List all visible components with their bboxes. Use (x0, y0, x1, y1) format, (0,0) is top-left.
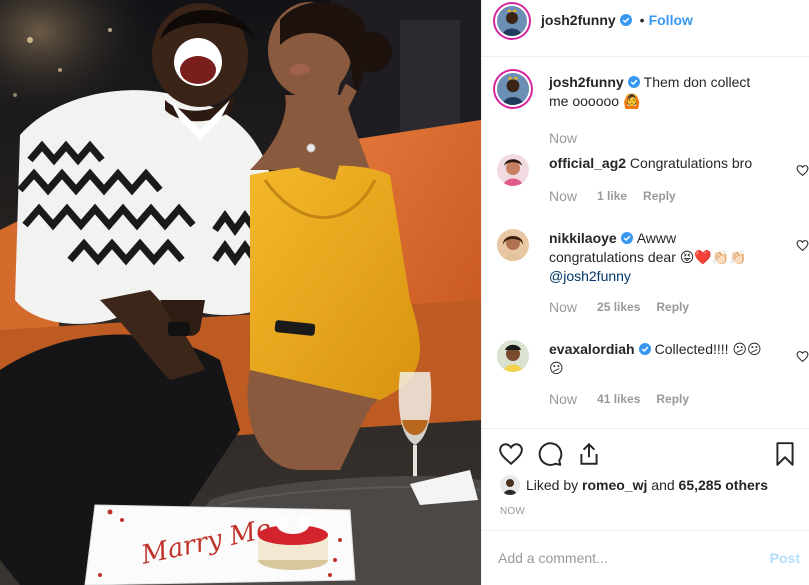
comment-time[interactable]: Now (549, 391, 577, 407)
comment-username[interactable]: nikkilaoye (549, 230, 617, 246)
comment-mention-link[interactable]: @josh2funny (549, 268, 631, 284)
comment-meta: Now 1 like Reply (549, 188, 692, 204)
author-username[interactable]: josh2funny (541, 12, 616, 28)
comment-time[interactable]: Now (549, 188, 577, 204)
comment-avatar[interactable] (497, 340, 529, 372)
verified-badge-icon (638, 343, 651, 355)
likes-summary: Liked by romeo_wj and 65,285 others (500, 475, 768, 495)
comment-time[interactable]: Now (549, 299, 577, 315)
header-separator: • (639, 12, 645, 28)
comment-body: evaxalordiah Collected!!!! 😕😕😕 (549, 340, 771, 378)
verified-badge-icon (620, 232, 633, 244)
comment-avatar[interactable] (497, 73, 529, 105)
post-side-panel: josh2funny • Follow josh2funny Them don c… (481, 0, 809, 585)
comment-body: josh2funny Them don collect me oooooo 🙆 (549, 73, 771, 111)
header-divider (482, 56, 809, 57)
comment-body: nikkilaoye Awww congratulations dear 😝❤️👏… (549, 229, 771, 286)
instagram-post: Marry Me.. josh2funny • Follow josh2funn… (0, 0, 809, 585)
comment-reply-button[interactable]: Reply (656, 300, 689, 314)
comment-meta: Now 25 likes Reply (549, 299, 705, 315)
comment-meta: Now (549, 130, 597, 146)
follow-button[interactable]: Follow (649, 12, 693, 28)
comment-reply-button[interactable]: Reply (643, 189, 676, 203)
comment-reply-button[interactable]: Reply (656, 392, 689, 406)
post-timestamp[interactable]: NOW (500, 506, 525, 517)
author-avatar[interactable] (497, 6, 527, 36)
comment-avatar[interactable] (497, 229, 529, 261)
comment-bubble-icon[interactable] (537, 441, 563, 467)
comment-like-heart-icon[interactable] (796, 239, 809, 252)
comment-username[interactable]: josh2funny (549, 74, 624, 90)
comment-username[interactable]: evaxalordiah (549, 341, 635, 357)
post-header: josh2funny • Follow (482, 0, 809, 40)
comment-time[interactable]: Now (549, 130, 577, 146)
likes-conjunction: and (651, 477, 675, 493)
comment-like-heart-icon[interactable] (796, 164, 809, 177)
comment-like-heart-icon[interactable] (796, 350, 809, 363)
post-photo[interactable]: Marry Me.. (0, 0, 481, 585)
comment-likes-count[interactable]: 25 likes (597, 300, 640, 314)
action-bar (482, 437, 809, 473)
comment-username[interactable]: official_ag2 (549, 155, 626, 171)
comment-meta: Now 41 likes Reply (549, 391, 705, 407)
liker-avatar[interactable] (500, 475, 520, 495)
verified-badge-icon (627, 76, 640, 88)
post-comment-button[interactable]: Post (770, 550, 800, 566)
comment-composer: Post (482, 530, 809, 585)
likes-prefix: Liked by (526, 477, 579, 493)
comments-divider (482, 428, 809, 429)
engagement-photo-illustration: Marry Me.. (0, 0, 481, 585)
comment-avatar[interactable] (497, 154, 529, 186)
comment-likes-count[interactable]: 41 likes (597, 392, 640, 406)
comment-body: official_ag2 Congratulations bro (549, 154, 771, 173)
comment-likes-count[interactable]: 1 like (597, 189, 627, 203)
comment-text: Congratulations bro (629, 155, 753, 171)
liker-username[interactable]: romeo_wj (582, 477, 647, 493)
add-comment-input[interactable] (498, 550, 748, 566)
bookmark-save-icon[interactable] (772, 441, 798, 467)
like-heart-icon[interactable] (498, 441, 524, 467)
likes-others-count[interactable]: 65,285 others (679, 477, 769, 493)
verified-badge-icon (619, 14, 632, 26)
share-upload-icon[interactable] (576, 441, 602, 467)
